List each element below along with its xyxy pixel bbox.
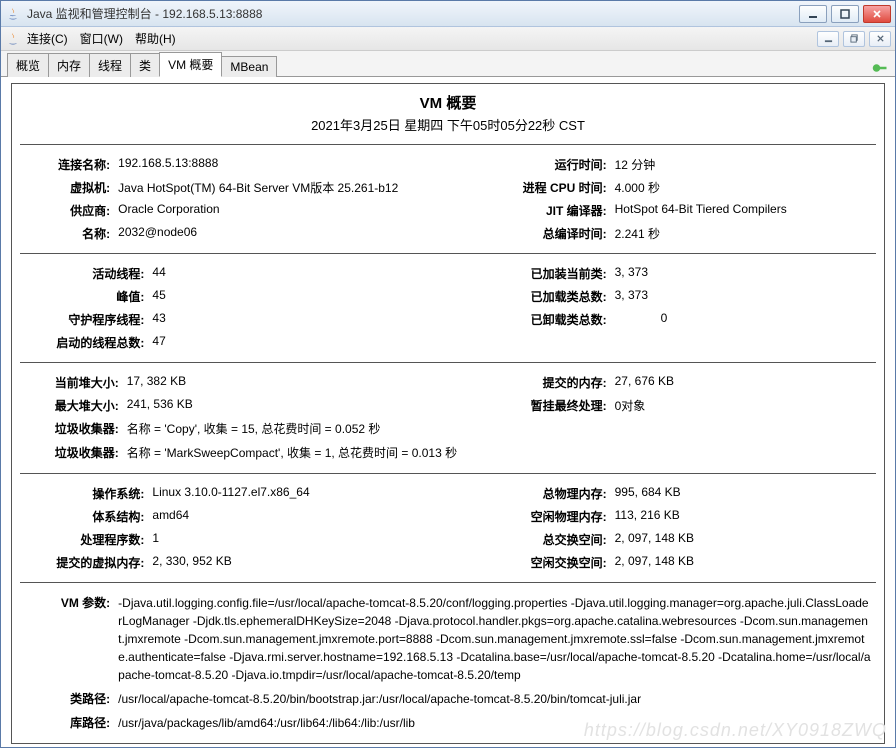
maximize-button[interactable]: [831, 5, 859, 23]
tab-overview[interactable]: 概览: [7, 53, 49, 77]
section-threads: 活动线程:44 已加装当前类:3, 373 峰值:45 已加载类总数:3, 37…: [20, 262, 876, 354]
section-heap: 当前堆大小:17, 382 KB 提交的内存:27, 676 KB 最大堆大小:…: [20, 371, 876, 465]
vm-summary-panel: VM 概要 2021年3月25日 星期四 下午05时05分22秒 CST 连接名…: [11, 83, 885, 744]
close-button[interactable]: [863, 5, 891, 23]
vm-summary-timestamp: 2021年3月25日 星期四 下午05时05分22秒 CST: [20, 115, 876, 134]
java-icon: [5, 6, 21, 22]
menu-help[interactable]: 帮助(H): [135, 30, 176, 47]
menu-connect[interactable]: 连接(C): [27, 30, 68, 47]
menu-bar: 连接(C) 窗口(W) 帮助(H): [1, 27, 895, 51]
section-vmargs: VM 参数:-Djava.util.logging.config.file=/u…: [20, 591, 876, 735]
content-area: VM 概要 2021年3月25日 星期四 下午05时05分22秒 CST 连接名…: [1, 77, 895, 747]
vm-summary-title: VM 概要: [20, 92, 876, 113]
tab-mbean[interactable]: MBean: [221, 56, 277, 77]
tab-vmsummary[interactable]: VM 概要: [159, 52, 222, 77]
section-connection: 连接名称:192.168.5.13:8888 运行时间:12 分钟 虚拟机:Ja…: [20, 153, 876, 245]
connection-status-icon: [869, 60, 889, 76]
tab-strip: 概览 内存 线程 类 VM 概要 MBean: [1, 51, 895, 77]
mdi-restore-button[interactable]: [843, 31, 865, 47]
window-title: Java 监视和管理控制台 - 192.168.5.13:8888: [27, 5, 799, 22]
mdi-minimize-button[interactable]: [817, 31, 839, 47]
titlebar-outer: Java 监视和管理控制台 - 192.168.5.13:8888: [1, 1, 895, 27]
tab-memory[interactable]: 内存: [48, 53, 90, 77]
tab-classes[interactable]: 类: [130, 53, 160, 77]
menu-window[interactable]: 窗口(W): [80, 30, 123, 47]
java-icon: [5, 31, 21, 47]
app-window: Java 监视和管理控制台 - 192.168.5.13:8888 连接(C) …: [0, 0, 896, 748]
minimize-button[interactable]: [799, 5, 827, 23]
mdi-close-button[interactable]: [869, 31, 891, 47]
tab-threads[interactable]: 线程: [89, 53, 131, 77]
section-os: 操作系统:Linux 3.10.0-1127.el7.x86_64 总物理内存:…: [20, 482, 876, 574]
